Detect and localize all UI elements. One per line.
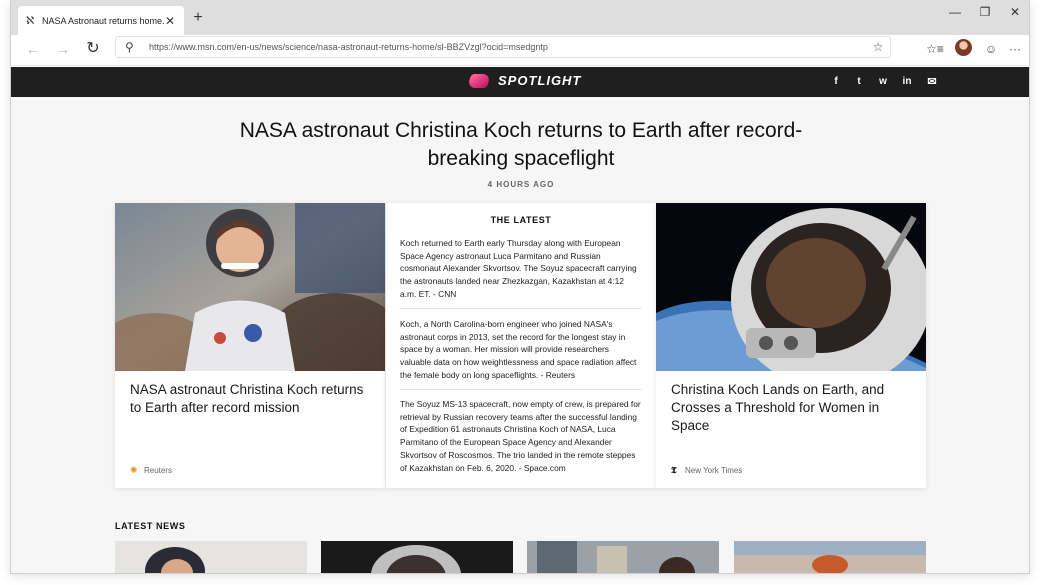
latest-item: Koch, a North Carolina-born engineer who… [400,319,637,380]
astronaut-smiling-photo [115,203,385,371]
minimize-button[interactable]: — [941,4,969,20]
whatsapp-icon[interactable]: w [874,74,892,90]
card-title[interactable]: NASA astronaut Christina Koch returns to… [130,381,375,417]
spotlight-brand: SPOTLIGHT [466,73,582,88]
latest-item: Koch returned to Earth early Thursday al… [400,238,637,299]
linkedin-icon[interactable]: in [898,74,916,90]
news-thumbnail[interactable] [527,541,719,573]
spotlight-label: SPOTLIGHT [498,73,582,88]
source-name: Reuters [144,466,173,475]
source-name: New York Times [685,466,743,475]
news-thumbnail[interactable] [321,541,513,573]
twitter-icon[interactable]: t [850,74,868,90]
tab-title: NASA Astronaut returns home... [42,15,164,26]
back-button[interactable]: ← [21,38,45,60]
browser-tab-active[interactable]: ℵ NASA Astronaut returns home... ✕ [18,6,184,35]
tab-close-icon[interactable]: ✕ [164,14,176,28]
page-content: NASA astronaut Christina Koch returns to… [11,97,1029,573]
card-source: 𝕿 New York Times [671,465,743,476]
news-thumbnail[interactable] [115,541,307,573]
latest-item: The Soyuz MS-13 spacecraft, now empty of… [400,399,641,473]
card-source: ✺ Reuters [130,465,173,476]
the-latest-panel: THE LATEST Koch returned to Earth early … [386,203,656,488]
favorites-icon[interactable]: ☆≡ [925,39,945,59]
browser-toolbar: ← → ↻ ⚲ https://www.msn.com/en-us/news/s… [11,35,1029,66]
tab-strip: ℵ NASA Astronaut returns home... ✕ + — ❐… [11,0,1029,35]
card-title[interactable]: Christina Koch Lands on Earth, and Cross… [671,381,916,435]
nyt-logo-icon: 𝕿 [671,465,677,475]
email-icon[interactable]: ✉ [923,74,941,90]
refresh-button[interactable]: ↻ [81,38,105,60]
latest-heading: THE LATEST [490,215,552,225]
reuters-logo-icon: ✺ [130,465,138,475]
astronaut-spacewalk-photo [656,203,926,371]
article-timestamp: 4 HOURS AGO [487,180,555,189]
news-thumbnail[interactable] [734,541,926,573]
divider [400,308,641,309]
search-icon: ⚲ [125,40,134,54]
restore-button[interactable]: ❐ [971,4,999,20]
browser-window: ℵ NASA Astronaut returns home... ✕ + — ❐… [10,0,1030,574]
add-favorite-icon[interactable]: ☆ [866,40,890,54]
article-headline: NASA astronaut Christina Koch returns to… [239,119,803,170]
url-text[interactable]: https://www.msn.com/en-us/news/science/n… [149,42,866,52]
close-window-button[interactable]: ✕ [1001,4,1029,20]
new-tab-button[interactable]: + [189,8,207,28]
msn-favicon-icon: ℵ [26,14,35,27]
story-card-nyt[interactable]: Christina Koch Lands on Earth, and Cross… [656,203,926,488]
more-menu-icon[interactable]: ··· [1005,39,1025,59]
forward-button[interactable]: → [51,38,75,60]
facebook-icon[interactable]: f [827,74,845,90]
spotlight-logo-icon [466,73,492,88]
divider [400,389,641,390]
spotlight-bar: SPOTLIGHT f t w in ✉ [11,67,1029,97]
feedback-icon[interactable]: ☺ [981,39,1001,59]
address-bar[interactable]: ⚲ https://www.msn.com/en-us/news/science… [115,36,891,58]
profile-avatar[interactable] [955,39,972,56]
story-card-reuters[interactable]: NASA astronaut Christina Koch returns to… [115,203,385,488]
latest-news-heading: LATEST NEWS [115,521,186,531]
